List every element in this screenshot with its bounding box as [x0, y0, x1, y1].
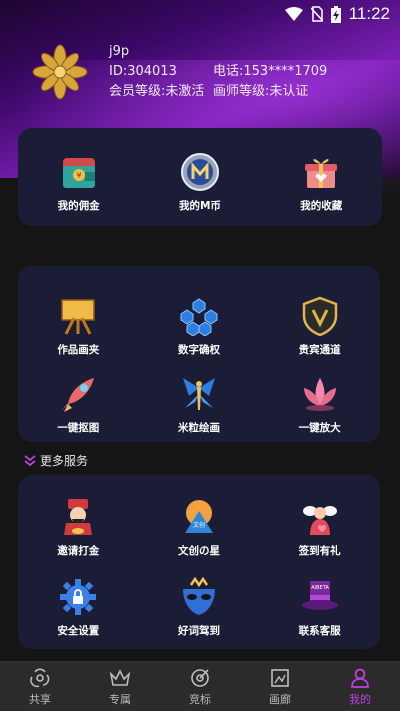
hat-icon: AIBETA — [301, 581, 338, 610]
service-checkin-label: 签到有礼 — [298, 545, 341, 557]
service-support-label: 联系客服 — [298, 625, 341, 637]
feature-vip-channel[interactable]: 贵宾通道 — [259, 294, 380, 357]
wallet-icon: ¥ — [62, 158, 95, 188]
tab-exclusive[interactable]: 专属 — [80, 662, 160, 711]
wifi-icon — [284, 7, 303, 21]
share-icon — [30, 668, 50, 687]
profile-section: j9p ID:304013 电话:153****1709 会员等级:未激活 画师… — [32, 38, 392, 108]
feature-vip-channel-label: 贵宾通道 — [298, 344, 341, 356]
status-time: 11:22 — [348, 4, 390, 23]
feature-portfolio-label: 作品画夹 — [57, 344, 100, 356]
tab-bidding-label: 竞标 — [189, 692, 211, 706]
bottom-tab-bar: 共享 专属 竞标 画廊 我的 — [0, 661, 400, 711]
service-checkin[interactable]: 签到有礼 — [259, 495, 380, 558]
feature-cutout[interactable]: 一键抠图 — [18, 372, 139, 435]
planet-icon: 文创 — [184, 500, 213, 533]
more-services-card: 邀请打金 文创 文创の星 签到有礼 安全设置 好词驾到 AIBETA 联系客服 — [18, 475, 380, 649]
user-id: ID:304013 — [109, 64, 177, 79]
service-security-label: 安全设置 — [57, 625, 100, 637]
service-good-words-label: 好词驾到 — [177, 625, 220, 637]
more-services-title: 更多服务 — [40, 454, 89, 468]
tab-share-label: 共享 — [29, 692, 51, 706]
menu-favorites[interactable]: 我的收藏 — [261, 150, 382, 213]
menu-commission[interactable]: ¥ 我的佣金 — [18, 150, 139, 213]
tab-gallery[interactable]: 画廊 — [240, 662, 320, 711]
feature-portfolio[interactable]: 作品画夹 — [18, 294, 139, 357]
person-icon — [351, 668, 369, 688]
avatar[interactable] — [32, 44, 88, 100]
service-good-words[interactable]: 好词驾到 — [139, 575, 260, 638]
user-name: j9p — [109, 44, 130, 59]
painter-level: 画师等级:未认证 — [213, 84, 309, 99]
tab-gallery-label: 画廊 — [269, 692, 291, 706]
gallery-icon — [271, 668, 289, 687]
rocket-icon — [62, 378, 95, 412]
service-invite-label: 邀请打金 — [57, 545, 100, 557]
menu-commission-label: 我的佣金 — [57, 200, 100, 212]
target-icon — [191, 668, 209, 687]
m-coin-icon — [180, 153, 219, 191]
service-invite[interactable]: 邀请打金 — [18, 495, 139, 558]
service-creative-star[interactable]: 文创 文创の星 — [139, 495, 260, 558]
status-bar: 11:22 — [0, 0, 400, 28]
mask-icon — [182, 577, 215, 615]
feature-mili-painting[interactable]: 米粒绘画 — [139, 372, 260, 435]
tab-share[interactable]: 共享 — [0, 662, 80, 711]
feature-upscale-label: 一键放大 — [298, 422, 341, 434]
feature-upscale[interactable]: 一键放大 — [259, 372, 380, 435]
easel-icon — [61, 299, 96, 335]
features-card: 作品画夹 数字确权 贵宾通道 一键抠图 米粒绘画 一键放大 — [18, 266, 380, 442]
gear-lock-icon — [60, 579, 97, 615]
tab-exclusive-label: 专属 — [109, 692, 131, 706]
lotus-icon — [303, 378, 336, 411]
service-security[interactable]: 安全设置 — [18, 575, 139, 638]
gift-box-icon — [305, 159, 338, 188]
tab-mine-label: 我的 — [349, 692, 371, 706]
feature-mili-painting-label: 米粒绘画 — [177, 422, 220, 434]
no-sim-icon — [310, 6, 323, 22]
cupid-icon — [302, 506, 337, 535]
wallet-card: ¥ 我的佣金 我的M币 我的收藏 — [18, 128, 382, 226]
menu-m-coin-label: 我的M币 — [178, 200, 221, 212]
god-of-wealth-icon — [64, 499, 93, 535]
feature-digital-rights-label: 数字确权 — [177, 344, 220, 356]
menu-m-coin[interactable]: 我的M币 — [139, 150, 260, 213]
battery-charging-icon — [330, 5, 341, 23]
menu-favorites-label: 我的收藏 — [300, 200, 343, 212]
member-level: 会员等级:未激活 — [109, 84, 205, 99]
feature-cutout-label: 一键抠图 — [57, 422, 100, 434]
vip-shield-icon — [302, 296, 337, 336]
fairy-icon — [182, 378, 215, 410]
hat-text: AIBETA — [311, 585, 329, 591]
svg-text:¥: ¥ — [76, 171, 81, 180]
tab-bidding[interactable]: 竞标 — [160, 662, 240, 711]
tab-mine[interactable]: 我的 — [320, 662, 400, 711]
svg-text:文创: 文创 — [193, 521, 205, 529]
double-chevron-down-icon — [24, 454, 36, 466]
service-support[interactable]: AIBETA 联系客服 — [259, 575, 380, 638]
service-creative-star-label: 文创の星 — [177, 545, 220, 557]
crown-icon — [109, 668, 131, 686]
feature-digital-rights[interactable]: 数字确权 — [139, 294, 260, 357]
blockchain-cubes-icon — [180, 298, 218, 336]
more-services-header: 更多服务 — [24, 452, 88, 469]
user-phone: 电话:153****1709 — [213, 64, 328, 79]
